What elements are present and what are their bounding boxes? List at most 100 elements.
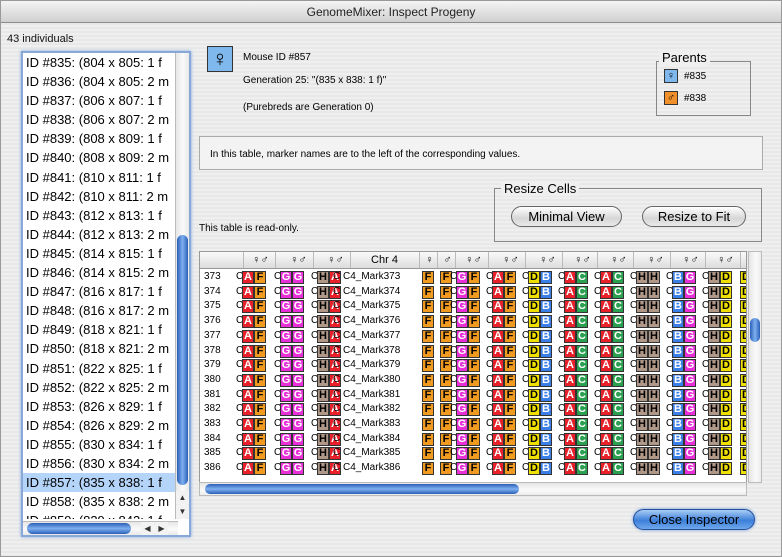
allele-cell: B <box>540 462 552 476</box>
resize-to-fit-button[interactable]: Resize to Fit <box>642 206 746 227</box>
column-header-sex[interactable]: ♀♂ <box>568 252 598 268</box>
list-vertical-scrollbar[interactable]: ▲ ▼ <box>175 53 189 519</box>
allele-cell: G <box>456 403 468 417</box>
table-vscroll-thumb[interactable] <box>750 318 760 342</box>
list-item[interactable]: ID #856: (830 x 834: 2 m <box>23 454 178 473</box>
list-item[interactable]: ID #849: (818 x 821: 1 f <box>23 320 178 339</box>
scroll-down-arrow-icon[interactable]: ▼ <box>176 505 189 518</box>
marker-name: C4_Mark376 <box>343 315 401 327</box>
table-row: 386 C A F C G G C H A C C4_Mark386 F F C G F C A F C D B C A C C A C… <box>200 461 746 476</box>
purebred-note: (Purebreds are Generation 0) <box>243 102 374 113</box>
column-header-sex[interactable]: ♀♂ <box>496 252 526 268</box>
list-item[interactable]: ID #838: (806 x 807: 2 m <box>23 110 178 129</box>
allele-cell: H <box>317 462 329 476</box>
column-header-sex[interactable]: ♀♂ <box>604 252 634 268</box>
column-header-sex[interactable]: ♀♂ <box>676 252 706 268</box>
list-item[interactable]: ID #836: (804 x 805: 2 m <box>23 72 178 91</box>
allele-cell: H <box>648 359 660 373</box>
column-header-sex[interactable]: ♀♂ <box>321 252 351 268</box>
list-item[interactable]: ID #842: (810 x 811: 2 m <box>23 187 178 206</box>
list-item[interactable]: ID #835: (804 x 805: 1 f <box>23 53 178 72</box>
allele-cell: C <box>612 300 624 314</box>
allele-cell: G <box>280 315 292 329</box>
allele-cell: G <box>292 373 304 387</box>
list-item[interactable]: ID #846: (814 x 815: 2 m <box>23 263 178 282</box>
column-header-sex[interactable]: ♀ <box>422 252 438 268</box>
column-header-sex[interactable]: ♀♂ <box>246 252 276 268</box>
scroll-right-arrow-icon[interactable]: ▶ <box>155 522 168 535</box>
list-item[interactable]: ID #839: (808 x 809: 1 f <box>23 129 178 148</box>
table-horizontal-scrollbar[interactable] <box>199 482 747 496</box>
list-item[interactable]: ID #858: (835 x 838: 2 m <box>23 492 178 511</box>
column-code: C <box>333 418 341 429</box>
table-hscroll-thumb[interactable] <box>205 484 519 494</box>
allele-cell: B <box>540 432 552 446</box>
allele-cell: A <box>242 388 254 402</box>
allele-cell: G <box>280 344 292 358</box>
column-header-sex[interactable]: ♀♂ <box>284 252 314 268</box>
allele-cell: F <box>254 315 266 329</box>
list-item[interactable]: ID #837: (806 x 807: 1 f <box>23 91 178 110</box>
column-header-chr[interactable]: Chr 4 <box>350 252 420 268</box>
column-code: C <box>333 315 341 327</box>
row-number: 383 <box>204 418 221 429</box>
list-item[interactable]: ID #851: (822 x 825: 1 f <box>23 359 178 378</box>
column-header-sex[interactable]: ♀♂ <box>711 252 741 268</box>
genotype-table[interactable]: ♀♂ ♀♂ ♀♂ ♀ ♂ ♀♂ ♀♂ ♀♂ ♀♂ ♀♂ ♀♂ ♀♂ ♀♂ Chr 4 373 C A F C G G C… <box>199 251 747 483</box>
list-item[interactable]: ID #853: (826 x 829: 1 f <box>23 397 178 416</box>
allele-cell: H <box>648 271 660 284</box>
father-male-icon[interactable]: ♂ <box>664 91 678 105</box>
allele-cell: G <box>292 271 304 284</box>
individual-list[interactable]: ID #835: (804 x 805: 1 f ID #836: (804 x … <box>21 51 191 537</box>
list-item[interactable]: ID #850: (818 x 821: 2 m <box>23 339 178 358</box>
row-number: 381 <box>204 388 221 400</box>
allele-cell: D <box>528 315 540 329</box>
allele-cell: C <box>612 315 624 329</box>
column-header-sort[interactable] <box>236 252 244 268</box>
column-header-sex[interactable]: ♀♂ <box>459 252 489 268</box>
row-number: 386 <box>204 462 221 474</box>
list-item[interactable]: ID #845: (814 x 815: 1 f <box>23 244 178 263</box>
column-header-sex[interactable]: ♀♂ <box>533 252 563 268</box>
allele-cell: C <box>576 373 588 387</box>
allele-cell: D <box>740 344 746 358</box>
list-item[interactable]: ID #843: (812 x 813: 1 f <box>23 206 178 225</box>
allele-cell: A <box>242 418 254 431</box>
allele-cell: H <box>648 344 660 358</box>
allele-cell: G <box>280 300 292 314</box>
list-item[interactable]: ID #848: (816 x 817: 2 m <box>23 301 178 320</box>
allele-cell: A <box>242 344 254 358</box>
column-header-sex[interactable]: ♂ <box>440 252 456 268</box>
allele-cell: C <box>612 359 624 373</box>
table-row: 377 C A F C G G C H A C C4_Mark377 F F C G F C A F C D B C A C C A C… <box>200 329 746 344</box>
list-item[interactable]: ID #857: (835 x 838: 1 f <box>23 473 178 493</box>
allele-cell: B <box>540 300 552 314</box>
list-item[interactable]: ID #841: (810 x 811: 1 f <box>23 168 178 187</box>
table-row: 379 C A F C G G C H A C C4_Mark379 F F C G F C A F C D B C A C C A C… <box>200 358 746 373</box>
table-vertical-scrollbar[interactable] <box>748 251 762 483</box>
allele-cell: F <box>422 403 434 417</box>
allele-cell: B <box>540 285 552 299</box>
minimal-view-button[interactable]: Minimal View <box>511 206 622 227</box>
list-item[interactable]: ID #844: (812 x 813: 2 m <box>23 225 178 244</box>
list-scroll-thumb[interactable] <box>177 235 188 485</box>
mother-female-icon[interactable]: ♀ <box>664 69 678 83</box>
list-hscroll-thumb[interactable] <box>27 523 131 534</box>
scroll-left-arrow-icon[interactable]: ◀ <box>141 522 154 535</box>
list-item[interactable]: ID #852: (822 x 825: 2 m <box>23 378 178 397</box>
list-item[interactable]: ID #847: (816 x 817: 1 f <box>23 282 178 301</box>
list-horizontal-scrollbar[interactable]: ◀ ▶ <box>23 521 178 535</box>
scroll-up-arrow-icon[interactable]: ▲ <box>176 491 189 504</box>
list-item[interactable]: ID #859: (839 x 842: 1 f <box>23 511 178 519</box>
allele-cell: H <box>708 344 720 358</box>
list-item[interactable]: ID #840: (808 x 809: 2 m <box>23 148 178 167</box>
allele-cell: A <box>492 271 504 284</box>
allele-cell: H <box>636 432 648 446</box>
list-item[interactable]: ID #855: (830 x 834: 1 f <box>23 435 178 454</box>
column-header-sex[interactable]: ♀♂ <box>641 252 671 268</box>
close-inspector-button[interactable]: Close Inspector <box>633 509 755 530</box>
parents-title: Parents <box>659 50 710 65</box>
allele-cell: B <box>672 403 684 417</box>
allele-cell: B <box>540 271 552 284</box>
list-item[interactable]: ID #854: (826 x 829: 2 m <box>23 416 178 435</box>
